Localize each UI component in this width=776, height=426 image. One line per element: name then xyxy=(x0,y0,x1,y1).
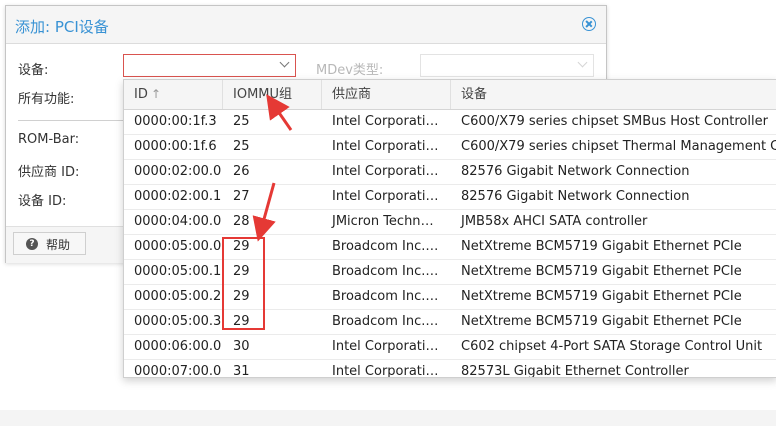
column-header-label: 设备 xyxy=(461,87,488,102)
cell-iommu-group: 28 xyxy=(233,214,250,229)
dialog-header: 添加: PCI设备 xyxy=(6,6,606,44)
cell-device: 82573L Gigabit Ethernet Controller xyxy=(461,364,689,378)
column-header-vendor[interactable]: 供应商 xyxy=(322,80,451,109)
cell-vendor: Intel Corporation xyxy=(332,189,440,204)
table-row[interactable]: 0000:06:00.0 30 Intel Corporation C602 chip… xyxy=(124,335,776,360)
cell-device: NetXtreme BCM5719 Gigabit Ethernet PCIe xyxy=(461,239,742,254)
cell-id: 0000:00:1f.6 xyxy=(134,139,217,154)
table-body: 0000:00:1f.3 25 Intel Corporation C600/X79 … xyxy=(124,110,776,378)
table-row[interactable]: 0000:04:00.0 28 JMicron Technology Corp. JM… xyxy=(124,210,776,235)
help-button[interactable]: ? 帮助 xyxy=(13,232,86,255)
table-row[interactable]: 0000:02:00.1 27 Intel Corporation 82576 Gig… xyxy=(124,185,776,210)
pci-device-dropdown: ID ↑ IOMMU组 供应商 设备 0000:00:1f.3 25 Intel C… xyxy=(123,79,776,378)
cell-id: 0000:00:1f.3 xyxy=(134,114,217,129)
cell-device: JMB58x AHCI SATA controller xyxy=(461,214,648,229)
divider xyxy=(18,120,128,121)
mdev-type-select[interactable] xyxy=(420,54,594,77)
cell-vendor: Broadcom Inc. and subsidiaries xyxy=(332,289,440,304)
cell-device: NetXtreme BCM5719 Gigabit Ethernet PCIe xyxy=(461,264,742,279)
cell-iommu-group: 27 xyxy=(233,189,250,204)
vendor-id-label: 供应商 ID: xyxy=(18,165,80,180)
rom-bar-label: ROM-Bar: xyxy=(18,132,80,147)
column-header-id[interactable]: ID ↑ xyxy=(124,80,223,109)
question-icon: ? xyxy=(26,238,38,250)
device-label: 设备: xyxy=(18,63,49,78)
table-row[interactable]: 0000:02:00.0 26 Intel Corporation 82576 Gig… xyxy=(124,160,776,185)
cell-device: NetXtreme BCM5719 Gigabit Ethernet PCIe xyxy=(461,289,742,304)
cell-id: 0000:05:00.0 xyxy=(134,239,222,254)
cell-vendor: Broadcom Inc. and subsidiaries xyxy=(332,264,440,279)
cell-vendor: Intel Corporation xyxy=(332,114,440,129)
cell-id: 0000:02:00.0 xyxy=(134,164,222,179)
mdev-type-label: MDev类型: xyxy=(316,63,384,78)
column-header-label: ID xyxy=(134,87,148,102)
column-header-label: 供应商 xyxy=(332,87,372,102)
close-icon[interactable] xyxy=(582,17,596,31)
cell-device: C602 chipset 4-Port SATA Storage Control… xyxy=(461,339,763,354)
table-row[interactable]: 0000:05:00.3 29 Broadcom Inc. and subsidia… xyxy=(124,310,776,335)
cell-vendor: Intel Corporation xyxy=(332,339,440,354)
table-row[interactable]: 0000:00:1f.3 25 Intel Corporation C600/X79 … xyxy=(124,110,776,135)
cell-vendor: Intel Corporation xyxy=(332,139,440,154)
cell-id: 0000:06:00.0 xyxy=(134,339,222,354)
device-select[interactable] xyxy=(123,54,296,77)
all-functions-label: 所有功能: xyxy=(18,92,75,107)
sort-ascending-icon: ↑ xyxy=(151,87,162,101)
cell-id: 0000:05:00.2 xyxy=(134,289,222,304)
cell-iommu-group: 29 xyxy=(233,264,250,279)
cell-vendor: Intel Corporation xyxy=(332,364,440,378)
column-header-iommu-group[interactable]: IOMMU组 xyxy=(223,80,322,109)
cell-iommu-group: 29 xyxy=(233,289,250,304)
cell-iommu-group: 29 xyxy=(233,239,250,254)
dialog-title: 添加: PCI设备 xyxy=(15,18,109,36)
cell-id: 0000:07:00.0 xyxy=(134,364,222,378)
cell-id: 0000:05:00.1 xyxy=(134,264,222,279)
cell-iommu-group: 31 xyxy=(233,364,250,378)
cell-vendor: Broadcom Inc. and subsidiaries xyxy=(332,314,440,329)
cell-vendor: JMicron Technology Corp. xyxy=(332,214,440,229)
table-header: ID ↑ IOMMU组 供应商 设备 xyxy=(124,80,776,110)
table-row[interactable]: 0000:05:00.1 29 Broadcom Inc. and subsidia… xyxy=(124,260,776,285)
cell-device: C600/X79 series chipset SMBus Host Contr… xyxy=(461,114,768,129)
column-header-label: IOMMU组 xyxy=(233,87,293,102)
table-row[interactable]: 0000:00:1f.6 25 Intel Corporation C600/X79 … xyxy=(124,135,776,160)
cell-iommu-group: 26 xyxy=(233,164,250,179)
cell-vendor: Intel Corporation xyxy=(332,164,440,179)
table-row[interactable]: 0000:05:00.0 29 Broadcom Inc. and subsidia… xyxy=(124,235,776,260)
cell-device: C600/X79 series chipset Thermal Manageme… xyxy=(461,139,776,154)
chevron-down-icon xyxy=(577,57,588,68)
help-button-label: 帮助 xyxy=(46,238,71,252)
column-header-device[interactable]: 设备 xyxy=(451,80,776,109)
cell-id: 0000:05:00.3 xyxy=(134,314,222,329)
table-row[interactable]: 0000:05:00.2 29 Broadcom Inc. and subsidia… xyxy=(124,285,776,310)
cell-device: 82576 Gigabit Network Connection xyxy=(461,189,690,204)
cell-device: 82576 Gigabit Network Connection xyxy=(461,164,690,179)
chevron-down-icon[interactable] xyxy=(279,57,290,68)
cell-iommu-group: 25 xyxy=(233,114,250,129)
cell-iommu-group: 25 xyxy=(233,139,250,154)
cell-vendor: Broadcom Inc. and subsidiaries xyxy=(332,239,440,254)
table-row[interactable]: 0000:07:00.0 31 Intel Corporation 82573L Gi… xyxy=(124,360,776,378)
background-band xyxy=(0,410,776,426)
cell-iommu-group: 29 xyxy=(233,314,250,329)
cell-id: 0000:02:00.1 xyxy=(134,189,222,204)
cell-id: 0000:04:00.0 xyxy=(134,214,222,229)
device-id-label: 设备 ID: xyxy=(18,194,67,209)
cell-device: NetXtreme BCM5719 Gigabit Ethernet PCIe xyxy=(461,314,742,329)
cell-iommu-group: 30 xyxy=(233,339,250,354)
